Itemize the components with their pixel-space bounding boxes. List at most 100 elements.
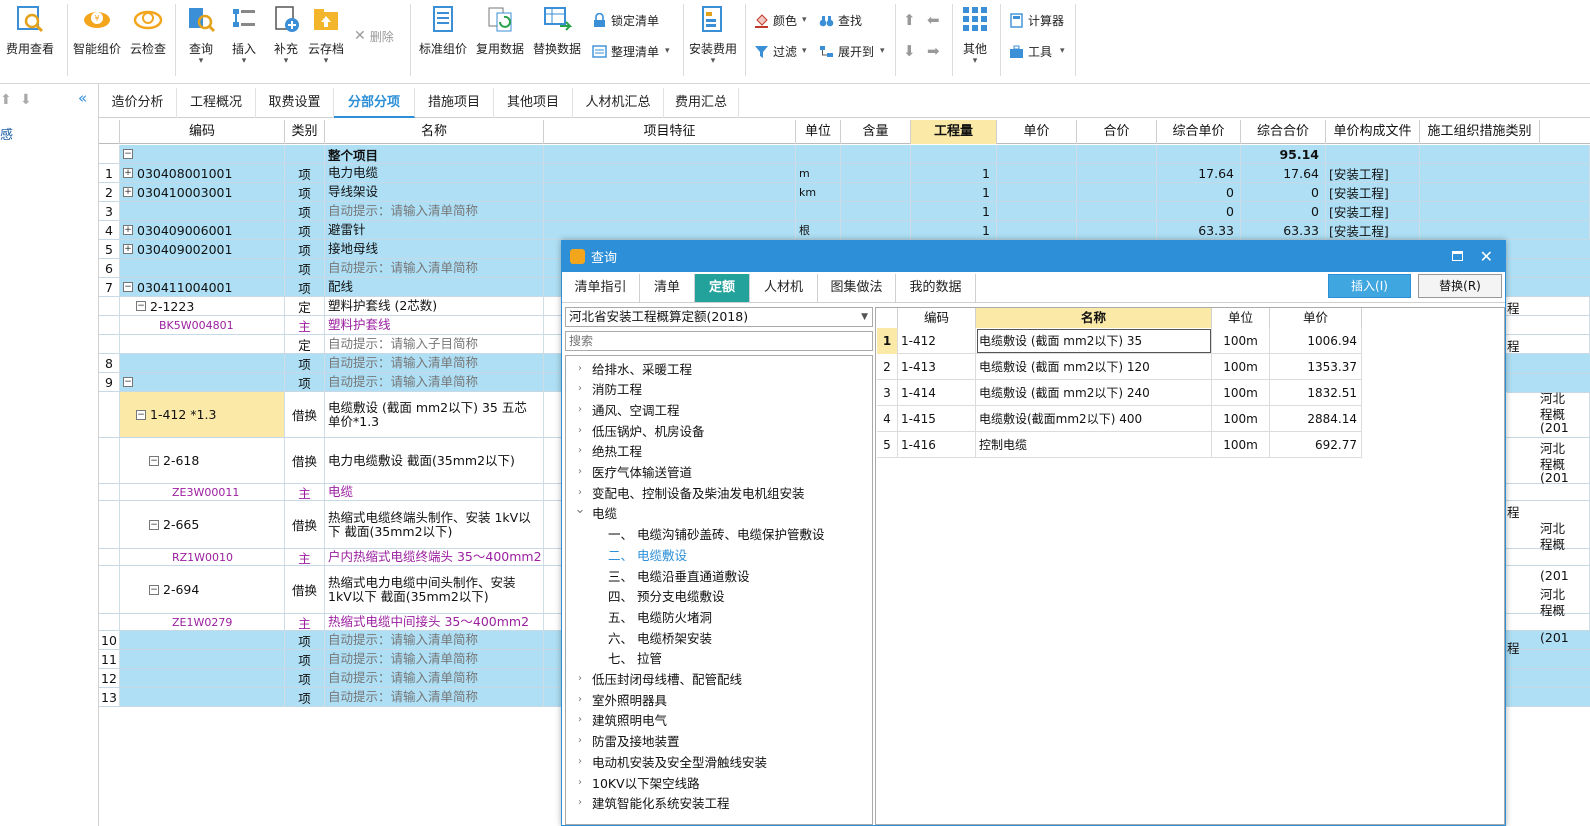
tree-item[interactable]: › 低压封闭母线槽、配管配线 <box>574 669 742 689</box>
library-select[interactable]: 河北省安装工程概算定额(2018) ▼ <box>565 307 873 327</box>
header-type[interactable]: 类别 <box>285 120 325 144</box>
move-left-button[interactable]: ⬅ <box>927 10 940 30</box>
expand-to-button[interactable]: 展开到 ▾ <box>819 41 885 61</box>
dialog-tab-labor-material[interactable]: 人材机 <box>750 274 818 302</box>
header-content[interactable]: 含量 <box>841 120 911 144</box>
insert-button[interactable]: 插入 ▾ <box>229 4 259 66</box>
chevron-down-icon[interactable]: ⌄ <box>574 502 586 517</box>
chevron-right-icon[interactable]: › <box>574 363 586 374</box>
header-unit-price[interactable]: 单价 <box>997 120 1077 144</box>
tree-item[interactable]: › 建筑照明电气 <box>574 710 667 730</box>
tree-item[interactable]: › 室外照明器具 <box>574 689 667 709</box>
result-row[interactable]: 2 1-413 电缆敷设 (截面 mm2以下) 120 100m 1353.37 <box>877 354 1362 380</box>
replace-button[interactable]: 替换(R) <box>1418 274 1502 298</box>
chevron-right-icon[interactable]: › <box>574 797 586 808</box>
collapse-icon[interactable]: − <box>123 377 133 387</box>
header-code[interactable]: 编码 <box>120 120 285 144</box>
dialog-tab-atlas[interactable]: 图集做法 <box>818 274 896 302</box>
move-up-button[interactable]: ⬆ <box>903 10 916 30</box>
collapse-icon[interactable]: − <box>149 455 159 466</box>
chevron-right-icon[interactable]: › <box>574 425 586 436</box>
tree-item[interactable]: › 消防工程 <box>574 379 642 399</box>
color-button[interactable]: 颜色 ▾ <box>754 10 807 30</box>
collapse-icon[interactable]: − <box>123 282 133 292</box>
results-header-name[interactable]: 名称 <box>976 308 1212 328</box>
tree-item[interactable]: 四、 预分支电缆敷设 <box>608 586 724 606</box>
result-row[interactable]: 4 1-415 电缆敷设(截面mm2以下) 400 100m 2884.14 <box>877 406 1362 432</box>
tree-item[interactable]: › 通风、空调工程 <box>574 399 680 419</box>
chevron-right-icon[interactable]: › <box>574 487 586 498</box>
tidy-list-button[interactable]: 整理清单 ▾ <box>592 41 670 61</box>
expand-icon[interactable]: + <box>123 168 133 178</box>
tree-item[interactable]: 七、 拉管 <box>608 648 662 668</box>
header-feature[interactable]: 项目特征 <box>544 120 796 144</box>
tree-item[interactable]: › 变配电、控制设备及柴油发电机组安装 <box>574 482 805 502</box>
std-price-button[interactable]: 标准组价 <box>419 4 467 57</box>
chevron-right-icon[interactable]: › <box>574 756 586 767</box>
tree-item[interactable]: ⌄ 电缆 <box>574 502 617 523</box>
tree-item[interactable]: › 防雷及接地装置 <box>574 731 680 751</box>
chevron-right-icon[interactable]: › <box>574 714 586 725</box>
cloud-archive-button[interactable]: 云存档 ▾ <box>308 4 344 66</box>
result-row[interactable]: 3 1-414 电缆敷设 (截面 mm2以下) 240 100m 1832.51 <box>877 380 1362 406</box>
tree-item[interactable]: › 给排水、采暖工程 <box>574 358 692 378</box>
tree-node-label[interactable]: 感 <box>0 124 13 143</box>
chevron-right-icon[interactable]: › <box>574 735 586 746</box>
collapse-icon[interactable]: − <box>149 584 159 595</box>
results-header-code[interactable]: 编码 <box>898 308 976 328</box>
other-button[interactable]: 其他 ▾ <box>960 4 990 66</box>
table-row[interactable]: 2 +030410003001 项导线架设 km 1 0 0 [安装工程] <box>99 183 1590 202</box>
header-price-file[interactable]: 单价构成文件 <box>1326 120 1420 144</box>
tab-project-overview[interactable]: 工程概况 <box>177 88 256 118</box>
tab-division-items[interactable]: 分部分项 <box>334 88 415 118</box>
collapse-panel-icon[interactable]: « <box>78 89 87 107</box>
reuse-data-button[interactable]: 复用数据 <box>476 4 524 57</box>
tree-item[interactable]: 六、 电缆桥架安装 <box>608 627 712 647</box>
move-right-button[interactable]: ➡ <box>927 41 940 61</box>
tree-item[interactable]: › 10KV以下架空线路 <box>574 772 700 792</box>
collapse-icon[interactable]: − <box>149 519 159 530</box>
query-button[interactable]: 查询 ▾ <box>186 4 216 66</box>
table-row[interactable]: 3 项自动提示：请输入清单简称 1 0 0 [安装工程] <box>99 202 1590 221</box>
dialog-titlebar[interactable]: 查询 ✕ <box>562 241 1505 272</box>
collapse-icon[interactable]: − <box>136 409 146 420</box>
lock-list-button[interactable]: 锁定清单 <box>592 10 659 30</box>
move-down-button[interactable]: ⬇ <box>903 41 916 61</box>
arrow-up-icon[interactable]: ⬆ <box>0 92 12 108</box>
collapse-icon[interactable]: − <box>123 149 133 159</box>
chevron-right-icon[interactable]: › <box>574 673 586 684</box>
header-unit[interactable]: 单位 <box>796 120 841 144</box>
arrow-down-icon[interactable]: ⬇ <box>20 92 32 108</box>
header-name[interactable]: 名称 <box>325 120 544 144</box>
tree-item[interactable]: › 医疗气体输送管道 <box>574 462 692 482</box>
tree-item[interactable]: 五、 电缆防火堵洞 <box>608 606 712 626</box>
maximize-icon[interactable] <box>1452 251 1463 261</box>
tab-measure-items[interactable]: 措施项目 <box>415 88 494 118</box>
result-row[interactable]: 1 1-412 电缆敷设 (截面 mm2以下) 35 100m 1006.94 <box>877 328 1362 354</box>
smart-price-button[interactable]: ¥ 智能组价 <box>73 4 121 57</box>
header-total-price[interactable]: 合价 <box>1077 120 1157 144</box>
expand-icon[interactable]: + <box>123 244 133 254</box>
header-quantity[interactable]: 工程量 <box>911 120 997 144</box>
tree-item[interactable]: 三、 电缆沿垂直通道敷设 <box>608 565 749 585</box>
table-row[interactable]: 4 +030409006001 项避雷针根 1 63.33 63.33 [安装工程] <box>99 221 1590 240</box>
header-comp-total[interactable]: 综合合价 <box>1241 120 1326 144</box>
header-comp-unit-price[interactable]: 综合单价 <box>1157 120 1241 144</box>
chevron-right-icon[interactable]: › <box>574 404 586 415</box>
tab-cost-analysis[interactable]: 造价分析 <box>99 88 177 118</box>
dialog-tab-quota[interactable]: 定额 <box>695 274 750 302</box>
chevron-right-icon[interactable]: › <box>574 694 586 705</box>
filter-button[interactable]: 过滤 ▾ <box>754 41 807 61</box>
result-row[interactable]: 5 1-416 控制电缆 100m 692.77 <box>877 432 1362 458</box>
tree-item[interactable]: 二、 电缆敷设 <box>608 544 687 564</box>
cloud-check-button[interactable]: 云检查 <box>130 4 166 57</box>
collapse-icon[interactable]: − <box>136 301 146 311</box>
tree-item[interactable]: › 建筑智能化系统安装工程 <box>574 793 730 813</box>
close-icon[interactable]: ✕ <box>1480 247 1493 266</box>
supplement-button[interactable]: 补充 ▾ <box>271 4 301 66</box>
results-header-price[interactable]: 单价 <box>1270 308 1362 328</box>
chevron-right-icon[interactable]: › <box>574 383 586 394</box>
tree-item[interactable]: 一、 电缆沟铺砂盖砖、电缆保护管敷设 <box>608 524 824 544</box>
find-button[interactable]: 查找 <box>819 10 862 30</box>
replace-data-button[interactable]: 替换数据 <box>533 4 581 57</box>
